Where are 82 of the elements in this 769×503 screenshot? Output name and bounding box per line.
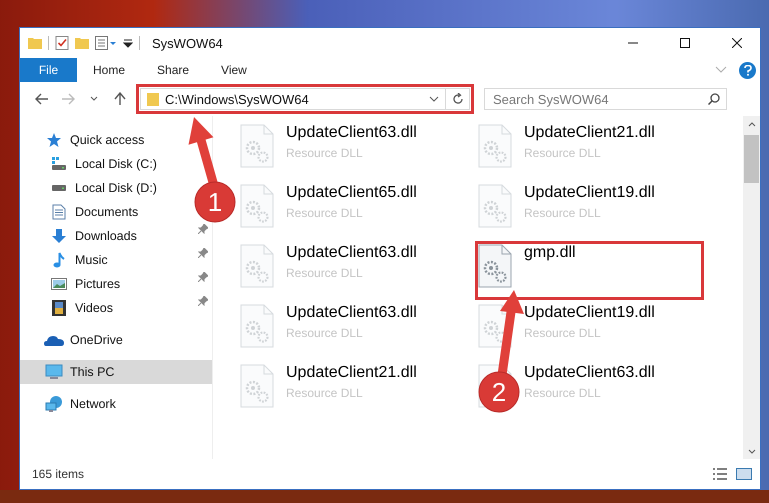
dropdown-icon[interactable]	[123, 38, 133, 48]
star-icon	[46, 132, 62, 148]
forward-arrow-icon	[61, 93, 75, 105]
ribbon-tab[interactable]: Home	[77, 58, 142, 82]
file-icon	[240, 364, 274, 408]
checklist-icon[interactable]	[55, 36, 69, 50]
close-icon	[732, 38, 742, 48]
question-mark-icon	[744, 64, 752, 76]
file-name[interactable]: UpdateClient19.dll	[524, 304, 655, 322]
refresh-icon	[452, 93, 464, 105]
music-note-icon	[52, 252, 66, 268]
sidebar-item[interactable]: Local Disk (D:)	[20, 176, 161, 200]
sidebar-item[interactable]: Network	[20, 392, 120, 416]
sidebar-item[interactable]: Local Disk (C:)	[20, 152, 161, 176]
file-name[interactable]: UpdateClient63.dll	[286, 304, 417, 322]
file-name[interactable]: UpdateClient65.dll	[286, 184, 417, 202]
sidebar-item[interactable]: Pictures	[20, 272, 124, 296]
cloud-icon	[44, 334, 64, 346]
details-view-icon[interactable]	[712, 467, 728, 481]
file-type: Resource DLL	[524, 386, 602, 400]
file-name[interactable]: UpdateClient21.dll	[524, 124, 655, 142]
sidebar-item[interactable]: OneDrive	[20, 328, 127, 352]
sidebar-item[interactable]: Documents	[20, 200, 142, 224]
sidebar-item[interactable]: Music	[20, 248, 112, 272]
file-type: Resource DLL	[524, 206, 602, 220]
computer-icon	[45, 364, 63, 380]
file-name[interactable]: UpdateClient21.dll	[286, 364, 417, 382]
document-icon	[52, 204, 66, 220]
file-type: Resource DLL	[286, 386, 364, 400]
file-type: Resource DLL	[524, 146, 602, 160]
network-icon	[45, 396, 63, 412]
scroll-up-icon[interactable]	[748, 122, 756, 126]
scrollbar[interactable]	[743, 116, 760, 459]
picture-icon	[51, 277, 67, 291]
gear-file-icon	[478, 244, 512, 288]
file-type: Resource DLL	[286, 146, 364, 160]
minimize-icon	[628, 42, 638, 44]
file-name[interactable]: gmp.dll	[524, 244, 576, 262]
drive-icon	[51, 184, 67, 192]
step-number-badge: 1	[194, 182, 236, 222]
properties-icon[interactable]	[95, 36, 117, 50]
file-name[interactable]: UpdateClient63.dll	[524, 364, 655, 382]
up-arrow-icon	[114, 92, 126, 106]
scroll-thumb[interactable]	[744, 135, 759, 183]
sidebar-item[interactable]: Downloads	[20, 224, 141, 248]
file-icon	[478, 124, 512, 168]
address-path: C:\Windows\SysWOW64	[165, 92, 310, 106]
file-icon	[240, 184, 274, 228]
file-type: Resource DLL	[286, 266, 364, 280]
file-type: Resource DLL	[286, 206, 364, 220]
file-menu-button[interactable]: File	[20, 58, 77, 82]
film-icon	[52, 300, 66, 316]
file-icon	[240, 244, 274, 288]
scroll-down-icon[interactable]	[748, 448, 756, 454]
help-button[interactable]	[739, 62, 756, 78]
window-title: SysWOW64	[152, 36, 224, 50]
file-type: Resource DLL	[524, 326, 602, 340]
file-icon	[240, 124, 274, 168]
file-icon	[478, 184, 512, 228]
sidebar-item[interactable]: This PC	[20, 360, 212, 384]
maximize-icon	[680, 38, 690, 48]
ribbon-tab[interactable]: Share	[141, 58, 206, 82]
file-icon	[478, 304, 512, 348]
large-icons-view-icon[interactable]	[736, 467, 752, 481]
chevron-down-icon[interactable]	[429, 96, 439, 102]
search-icon	[708, 93, 720, 105]
file-type: Resource DLL	[286, 326, 364, 340]
chevron-down-icon	[90, 96, 98, 102]
folder-icon	[147, 92, 159, 106]
file-name[interactable]: UpdateClient63.dll	[286, 124, 417, 142]
drive-icon	[51, 156, 67, 172]
step-number-badge: 2	[478, 372, 520, 412]
sidebar-item[interactable]: Quick access	[20, 128, 148, 152]
down-arrow-icon	[51, 228, 67, 244]
ribbon-tab[interactable]: View	[205, 58, 263, 82]
item-count: 165 items	[32, 467, 84, 481]
back-arrow-icon	[35, 93, 49, 105]
search-field[interactable]: Search SysWOW64	[484, 88, 727, 110]
file-name[interactable]: UpdateClient63.dll	[286, 244, 417, 262]
sidebar-item[interactable]: Videos	[20, 296, 117, 320]
file-icon	[240, 304, 274, 348]
file-name[interactable]: UpdateClient19.dll	[524, 184, 655, 202]
